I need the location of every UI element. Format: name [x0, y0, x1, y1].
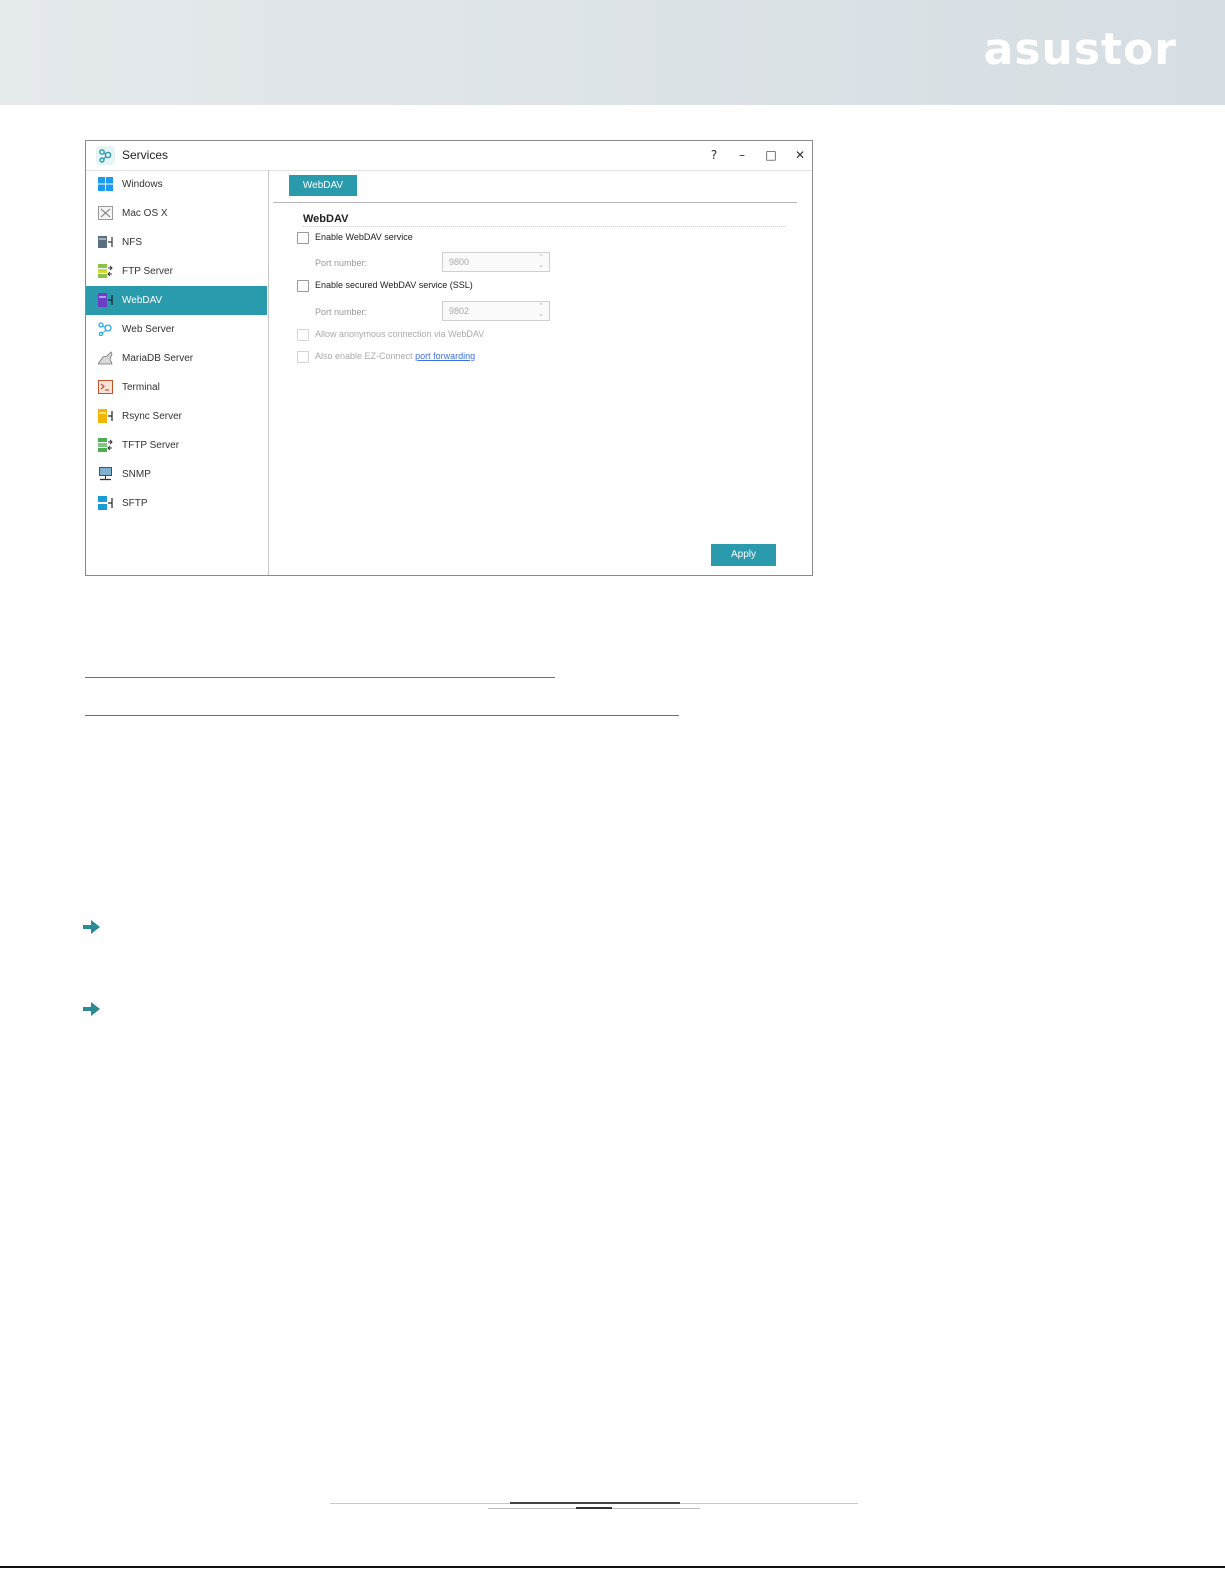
sidebar-item-label: SFTP: [122, 498, 148, 509]
sidebar-item-label: Web Server: [122, 324, 175, 335]
webdav-port-value: 9800: [449, 257, 470, 267]
sidebar-item-snmp[interactable]: SNMP: [86, 460, 267, 489]
anonymous-connection-label: Allow anonymous connection via WebDAV: [315, 329, 485, 339]
sidebar-item-label: SNMP: [122, 469, 151, 480]
arrow-right-icon: [83, 920, 100, 934]
sidebar-item-mariadb-server[interactable]: MariaDB Server: [86, 344, 267, 373]
enable-webdav-label: Enable WebDAV service: [315, 232, 413, 242]
help-icon[interactable]: ?: [703, 145, 725, 165]
ez-connect-text: Also enable EZ-Connect: [315, 351, 416, 361]
sidebar-item-label: Rsync Server: [122, 411, 183, 422]
ez-connect-label: Also enable EZ-Connect port forwarding: [315, 351, 475, 361]
sidebar-item-web-server[interactable]: Web Server: [86, 315, 267, 344]
sidebar-item-webdav[interactable]: WebDAV: [86, 286, 267, 315]
sidebar-item-mac-os-x[interactable]: Mac OS X: [86, 199, 267, 228]
sftp-icon: [98, 496, 113, 510]
window-title: Services: [122, 148, 169, 162]
web-server-icon: [98, 322, 112, 336]
webdav-settings-panel: WebDAV WebDAV Enable WebDAV service Port…: [269, 170, 812, 575]
services-app-icon: [96, 146, 115, 165]
services-sidebar: Windows Mac OS X NFS FTP Server WebDAV W…: [86, 170, 269, 575]
stepper-arrows-icon[interactable]: ⌃ ⌄: [538, 303, 544, 319]
webdav-icon: [98, 293, 113, 307]
stepper-arrows-icon[interactable]: ⌃ ⌄: [538, 254, 544, 270]
sidebar-item-label: Windows: [122, 179, 163, 190]
sidebar-item-label: WebDAV: [122, 295, 163, 306]
tftp-server-icon: [98, 438, 113, 452]
sidebar-item-tftp-server[interactable]: TFTP Server: [86, 431, 267, 460]
webdav-port-stepper[interactable]: 9800 ⌃ ⌄: [442, 252, 550, 272]
rsync-server-icon: [98, 409, 113, 423]
sidebar-item-label: NFS: [122, 237, 142, 248]
sidebar-item-windows[interactable]: Windows: [86, 170, 267, 199]
maximize-icon[interactable]: □: [760, 145, 782, 165]
sidebar-item-label: MariaDB Server: [122, 353, 194, 364]
enable-ssl-checkbox[interactable]: [297, 280, 309, 292]
sidebar-item-terminal[interactable]: Terminal: [86, 373, 267, 402]
ssl-port-value: 9802: [449, 306, 470, 316]
sidebar-item-label: FTP Server: [122, 266, 173, 277]
tab-webdav[interactable]: WebDAV: [289, 175, 357, 196]
windows-icon: [98, 177, 113, 191]
port-number-label: Port number:: [315, 258, 368, 268]
ez-connect-checkbox[interactable]: [297, 351, 309, 363]
ssl-port-stepper[interactable]: 9802 ⌃ ⌄: [442, 301, 550, 321]
port-forwarding-link[interactable]: port forwarding: [415, 351, 475, 361]
close-icon[interactable]: ✕: [789, 145, 811, 165]
sidebar-item-nfs[interactable]: NFS: [86, 228, 267, 257]
document-link-underline[interactable]: [85, 677, 555, 678]
apply-button[interactable]: Apply: [711, 544, 776, 566]
enable-ssl-label: Enable secured WebDAV service (SSL): [315, 280, 473, 290]
nfs-icon: [98, 236, 113, 248]
port-number-label: Port number:: [315, 307, 368, 317]
asustor-logo: asustor: [983, 24, 1177, 75]
mariadb-server-icon: [98, 351, 113, 365]
mac-os-x-icon: [98, 206, 113, 220]
page-header: asustor: [0, 0, 1225, 105]
snmp-icon: [99, 467, 112, 481]
anonymous-connection-checkbox[interactable]: [297, 329, 309, 341]
section-title: WebDAV: [303, 213, 349, 225]
page-bottom-border: [0, 1566, 1225, 1568]
services-window: Services ? – □ ✕ Windows Mac OS X NFS FT…: [85, 140, 813, 576]
sidebar-item-sftp[interactable]: SFTP: [86, 489, 267, 518]
ftp-server-icon: [98, 264, 113, 278]
sidebar-item-label: Mac OS X: [122, 208, 168, 219]
minimize-icon[interactable]: –: [731, 145, 753, 165]
section-divider: [303, 226, 786, 227]
arrow-right-icon: [83, 1002, 100, 1016]
sidebar-item-label: Terminal: [122, 382, 160, 393]
sidebar-item-ftp-server[interactable]: FTP Server: [86, 257, 267, 286]
footer-divider: [510, 1502, 680, 1504]
sidebar-item-rsync-server[interactable]: Rsync Server: [86, 402, 267, 431]
terminal-icon: [98, 380, 113, 394]
footer-divider: [576, 1507, 612, 1509]
tab-divider: [273, 202, 797, 203]
enable-webdav-checkbox[interactable]: [297, 232, 309, 244]
document-link-underline[interactable]: [85, 715, 679, 716]
sidebar-item-label: TFTP Server: [122, 440, 180, 451]
title-bar: Services ? – □ ✕: [86, 141, 812, 171]
